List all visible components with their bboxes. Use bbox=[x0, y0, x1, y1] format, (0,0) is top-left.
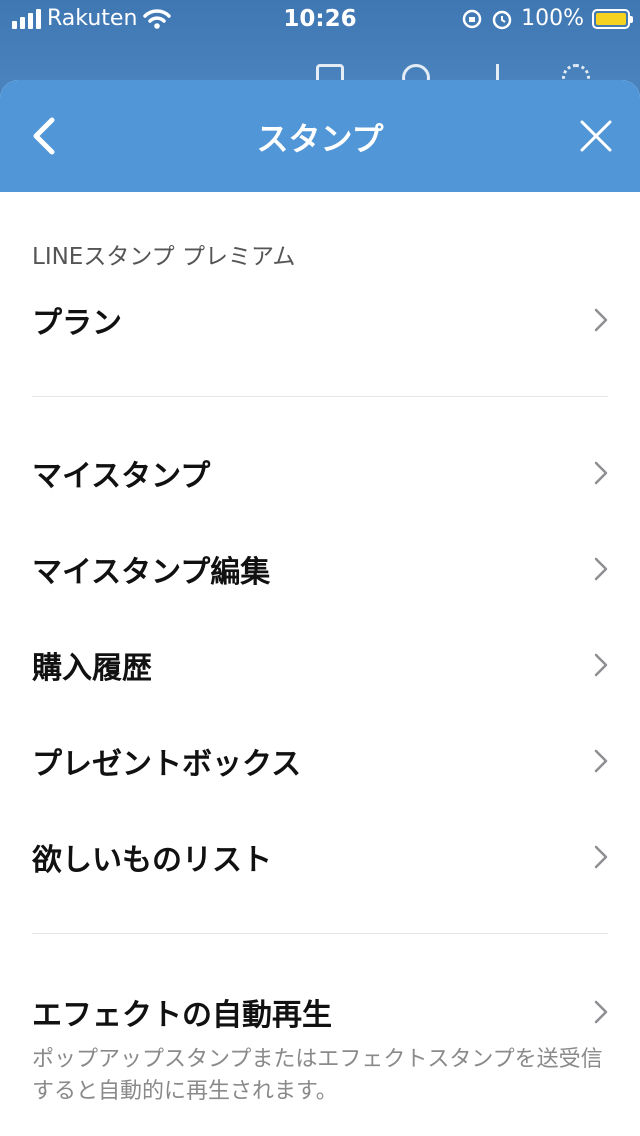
battery-percent: 100% bbox=[521, 6, 584, 31]
wishlist-label: 欲しいものリスト bbox=[32, 843, 272, 878]
present-box-label: プレゼントボックス bbox=[32, 747, 302, 782]
chevron-right-icon bbox=[594, 461, 608, 485]
chevron-right-icon bbox=[594, 308, 608, 332]
battery-fill bbox=[596, 12, 626, 25]
nav-bar: スタンプ bbox=[0, 80, 640, 192]
chevron-right-icon bbox=[594, 653, 608, 677]
purchase-history-row[interactable]: 購入履歴 bbox=[32, 617, 608, 713]
present-box-row[interactable]: プレゼントボックス bbox=[32, 713, 608, 809]
status-right: 100% bbox=[461, 6, 633, 31]
page-title: スタンプ bbox=[256, 120, 384, 158]
edit-my-stickers-label: マイスタンプ編集 bbox=[32, 555, 271, 590]
close-icon[interactable] bbox=[576, 116, 616, 156]
my-stickers-row[interactable]: マイスタンプ bbox=[32, 425, 608, 521]
chevron-right-icon bbox=[594, 1000, 608, 1024]
plan-row[interactable]: プラン bbox=[32, 272, 608, 368]
chevron-right-icon bbox=[594, 557, 608, 581]
my-stickers-label: マイスタンプ bbox=[32, 459, 211, 494]
sticker-settings-sheet: スタンプ LINEスタンプ プレミアム プラン マイスタンプ マイスタンプ編集 bbox=[0, 80, 640, 1136]
alarm-icon bbox=[492, 10, 512, 29]
battery-icon bbox=[592, 8, 633, 29]
edit-my-stickers-row[interactable]: マイスタンプ編集 bbox=[32, 521, 608, 617]
screen: Rakuten 10:26 100% スタンプ LINEスタンプ プレミアム プ… bbox=[0, 0, 640, 1136]
wishlist-row[interactable]: 欲しいものリスト bbox=[32, 809, 608, 905]
effect-autoplay-row[interactable]: エフェクトの自動再生 bbox=[32, 964, 608, 1060]
settings-list: LINEスタンプ プレミアム プラン マイスタンプ マイスタンプ編集 購入履歴 bbox=[0, 242, 640, 1108]
status-bar: Rakuten 10:26 100% bbox=[0, 0, 640, 40]
premium-section-header: LINEスタンプ プレミアム bbox=[32, 244, 296, 270]
chevron-right-icon bbox=[594, 845, 608, 869]
rotation-lock-icon bbox=[462, 9, 482, 28]
purchase-history-label: 購入履歴 bbox=[32, 651, 152, 686]
chevron-right-icon bbox=[594, 749, 608, 773]
plan-label: プラン bbox=[32, 306, 122, 341]
effect-autoplay-label: エフェクトの自動再生 bbox=[32, 998, 332, 1033]
